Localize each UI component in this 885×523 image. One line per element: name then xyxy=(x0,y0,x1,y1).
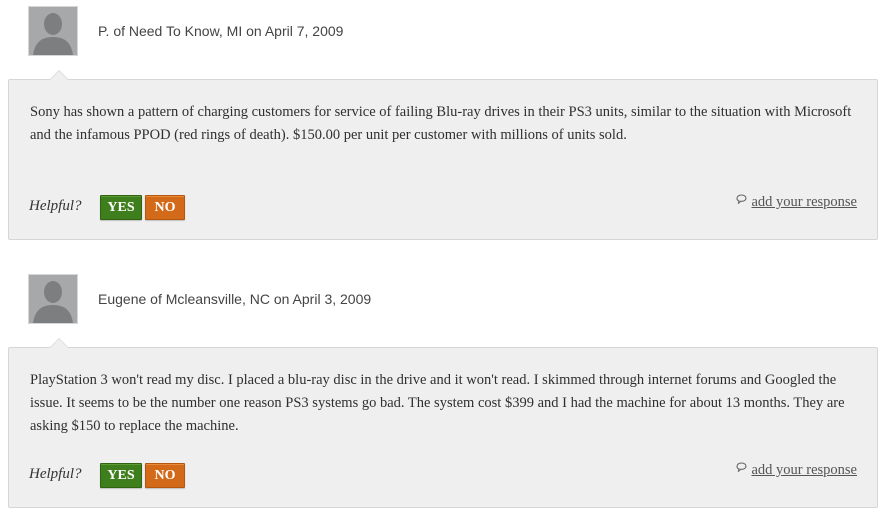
review-body: PlayStation 3 won't read my disc. I plac… xyxy=(8,338,878,508)
helpful-label: Helpful? xyxy=(29,466,82,482)
speech-bubble-icon xyxy=(736,192,748,209)
add-response-link[interactable]: add your response xyxy=(736,462,857,479)
review-author: Eugene of Mcleansville, NC on April 3, 2… xyxy=(98,291,372,307)
bubble-pointer xyxy=(49,70,69,80)
review-body: Sony has shown a pattern of charging cus… xyxy=(8,70,878,240)
helpful-label: Helpful? xyxy=(29,198,82,214)
helpful-no-button[interactable]: NO xyxy=(145,463,185,488)
default-avatar-silhouette-icon xyxy=(33,13,73,55)
helpful-yes-button[interactable]: YES xyxy=(100,463,142,488)
review-author: P. of Need To Know, MI on April 7, 2009 xyxy=(98,23,344,39)
avatar xyxy=(28,6,78,56)
add-response-link[interactable]: add your response xyxy=(736,194,857,211)
helpful-no-button[interactable]: NO xyxy=(145,195,185,220)
add-response-label: add your response xyxy=(751,462,857,478)
helpful-yes-button[interactable]: YES xyxy=(100,195,142,220)
add-response-label: add your response xyxy=(751,194,857,210)
avatar xyxy=(28,274,78,324)
review-text: PlayStation 3 won't read my disc. I plac… xyxy=(30,372,845,434)
bubble-pointer xyxy=(49,338,69,348)
default-avatar-silhouette-icon xyxy=(33,281,73,323)
speech-bubble-icon xyxy=(736,460,748,477)
review-text: Sony has shown a pattern of charging cus… xyxy=(30,104,852,143)
